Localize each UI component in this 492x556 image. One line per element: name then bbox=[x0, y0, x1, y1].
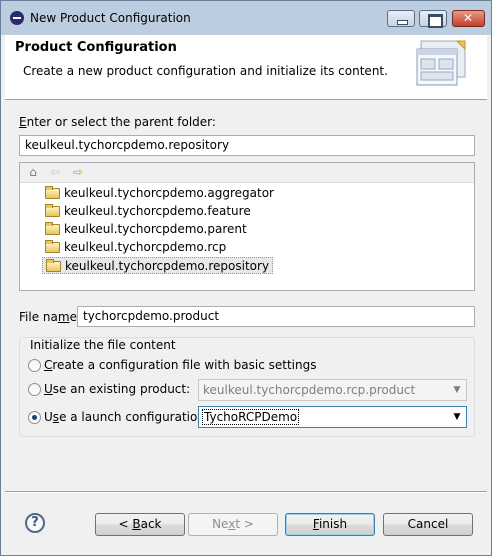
title-bar[interactable]: New Product Configuration bbox=[1, 1, 491, 35]
existing-product-combo: keulkeul.tychorcpdemo.rcp.product ▼ bbox=[198, 379, 467, 401]
back-arrow-icon[interactable]: ⇦ bbox=[48, 166, 62, 179]
forward-arrow-icon[interactable]: ⇨ bbox=[71, 166, 85, 179]
next-button[interactable]: Next > bbox=[188, 513, 278, 536]
minimize-button[interactable] bbox=[387, 10, 415, 27]
chevron-down-icon[interactable]: ▼ bbox=[450, 409, 464, 425]
radio-launch-config-label[interactable]: Use a launch configuration: bbox=[44, 410, 209, 424]
window-title: New Product Configuration bbox=[30, 11, 191, 25]
tree-item[interactable]: keulkeul.tychorcpdemo.rcp bbox=[42, 239, 229, 256]
banner-title: Product Configuration bbox=[15, 40, 177, 55]
folder-icon bbox=[45, 204, 60, 217]
radio-existing-product-label[interactable]: Use an existing product: bbox=[44, 382, 190, 396]
maximize-button[interactable] bbox=[419, 10, 447, 28]
tree-item[interactable]: keulkeul.tychorcpdemo.aggregator bbox=[42, 185, 277, 202]
cancel-button[interactable]: Cancel bbox=[383, 513, 473, 536]
radio-basic-settings-label[interactable]: Create a configuration file with basic s… bbox=[44, 358, 316, 372]
product-wizard-icon bbox=[416, 40, 466, 86]
button-bar-separator bbox=[5, 491, 487, 493]
help-icon[interactable]: ? bbox=[25, 513, 45, 533]
chevron-down-icon: ▼ bbox=[453, 385, 461, 395]
folder-icon bbox=[46, 259, 61, 272]
parent-folder-input[interactable]: keulkeul.tychorcpdemo.repository bbox=[19, 135, 475, 156]
home-icon[interactable]: ⌂ bbox=[26, 166, 40, 179]
radio-existing-product[interactable] bbox=[28, 383, 41, 396]
folder-icon bbox=[45, 222, 60, 235]
folder-icon bbox=[45, 240, 60, 253]
wizard-banner: Product Configuration Create a new produ… bbox=[5, 35, 487, 100]
radio-launch-config[interactable] bbox=[28, 411, 41, 424]
folder-tree[interactable]: ⌂ ⇦ ⇨ keulkeul.tychorcpdemo.aggregator k… bbox=[19, 162, 475, 291]
file-name-label: File name: bbox=[19, 310, 81, 324]
tree-toolbar: ⌂ ⇦ ⇨ bbox=[20, 163, 474, 183]
eclipse-app-icon bbox=[10, 11, 24, 25]
launch-config-combo[interactable]: TychoRCPDemo ▼ bbox=[198, 406, 467, 428]
parent-folder-label: Enter or select the parent folder: bbox=[19, 115, 216, 129]
tree-item[interactable]: keulkeul.tychorcpdemo.feature bbox=[42, 203, 254, 220]
radio-basic-settings[interactable] bbox=[28, 359, 41, 372]
init-content-legend: Initialize the file content bbox=[28, 338, 178, 352]
dialog-window: New Product Configuration Product Config… bbox=[0, 0, 492, 556]
tree-item[interactable]: keulkeul.tychorcpdemo.parent bbox=[42, 221, 250, 238]
finish-button[interactable]: Finish bbox=[285, 513, 375, 536]
back-button[interactable]: < Back bbox=[95, 513, 185, 536]
file-name-input[interactable]: tychorcpdemo.product bbox=[77, 306, 475, 327]
project-folder-icon bbox=[45, 186, 60, 199]
banner-description: Create a new product configuration and i… bbox=[23, 64, 388, 78]
close-button[interactable] bbox=[452, 10, 485, 27]
tree-item-selected[interactable]: keulkeul.tychorcpdemo.repository bbox=[42, 257, 274, 274]
